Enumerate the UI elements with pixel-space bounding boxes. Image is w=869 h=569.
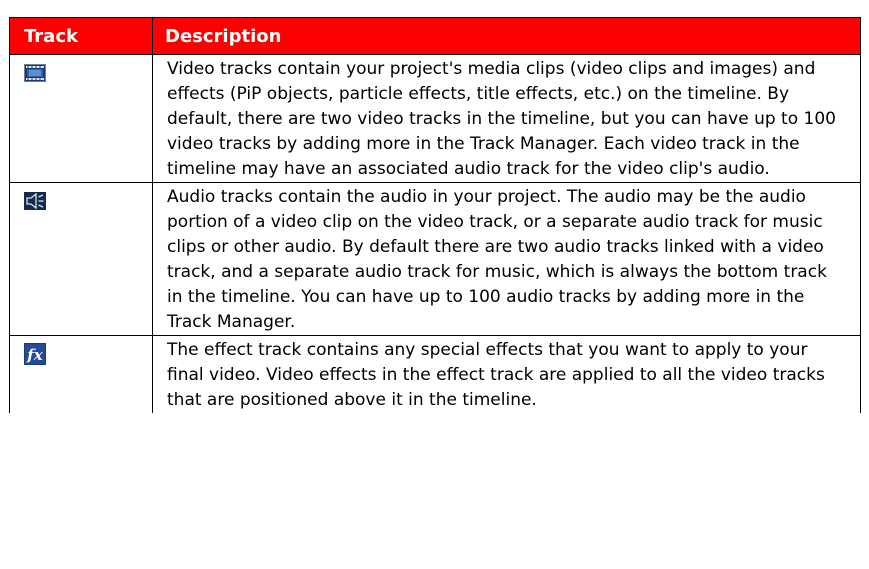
description-cell: The effect track contains any special ef… [152,335,861,413]
header-row: Track Description [9,17,861,55]
effect-track-icon: fx [24,343,46,365]
table-row-effect: fx The effect track contains any special… [9,335,861,413]
table-row-audio: Audio tracks contain the audio in your p… [9,182,861,336]
icon-cell [9,182,153,336]
icon-cell [9,54,153,183]
header-description: Description [152,17,861,55]
video-track-icon [24,62,46,84]
header-track: Track [9,17,153,55]
track-table: Track Description Video tracks contain y… [9,17,861,413]
icon-cell: fx [9,335,153,413]
table-row-video: Video tracks contain your project's medi… [9,54,861,183]
description-cell: Video tracks contain your project's medi… [152,54,861,183]
svg-text:fx: fx [26,346,43,364]
description-cell: Audio tracks contain the audio in your p… [152,182,861,336]
audio-track-icon [24,190,46,212]
